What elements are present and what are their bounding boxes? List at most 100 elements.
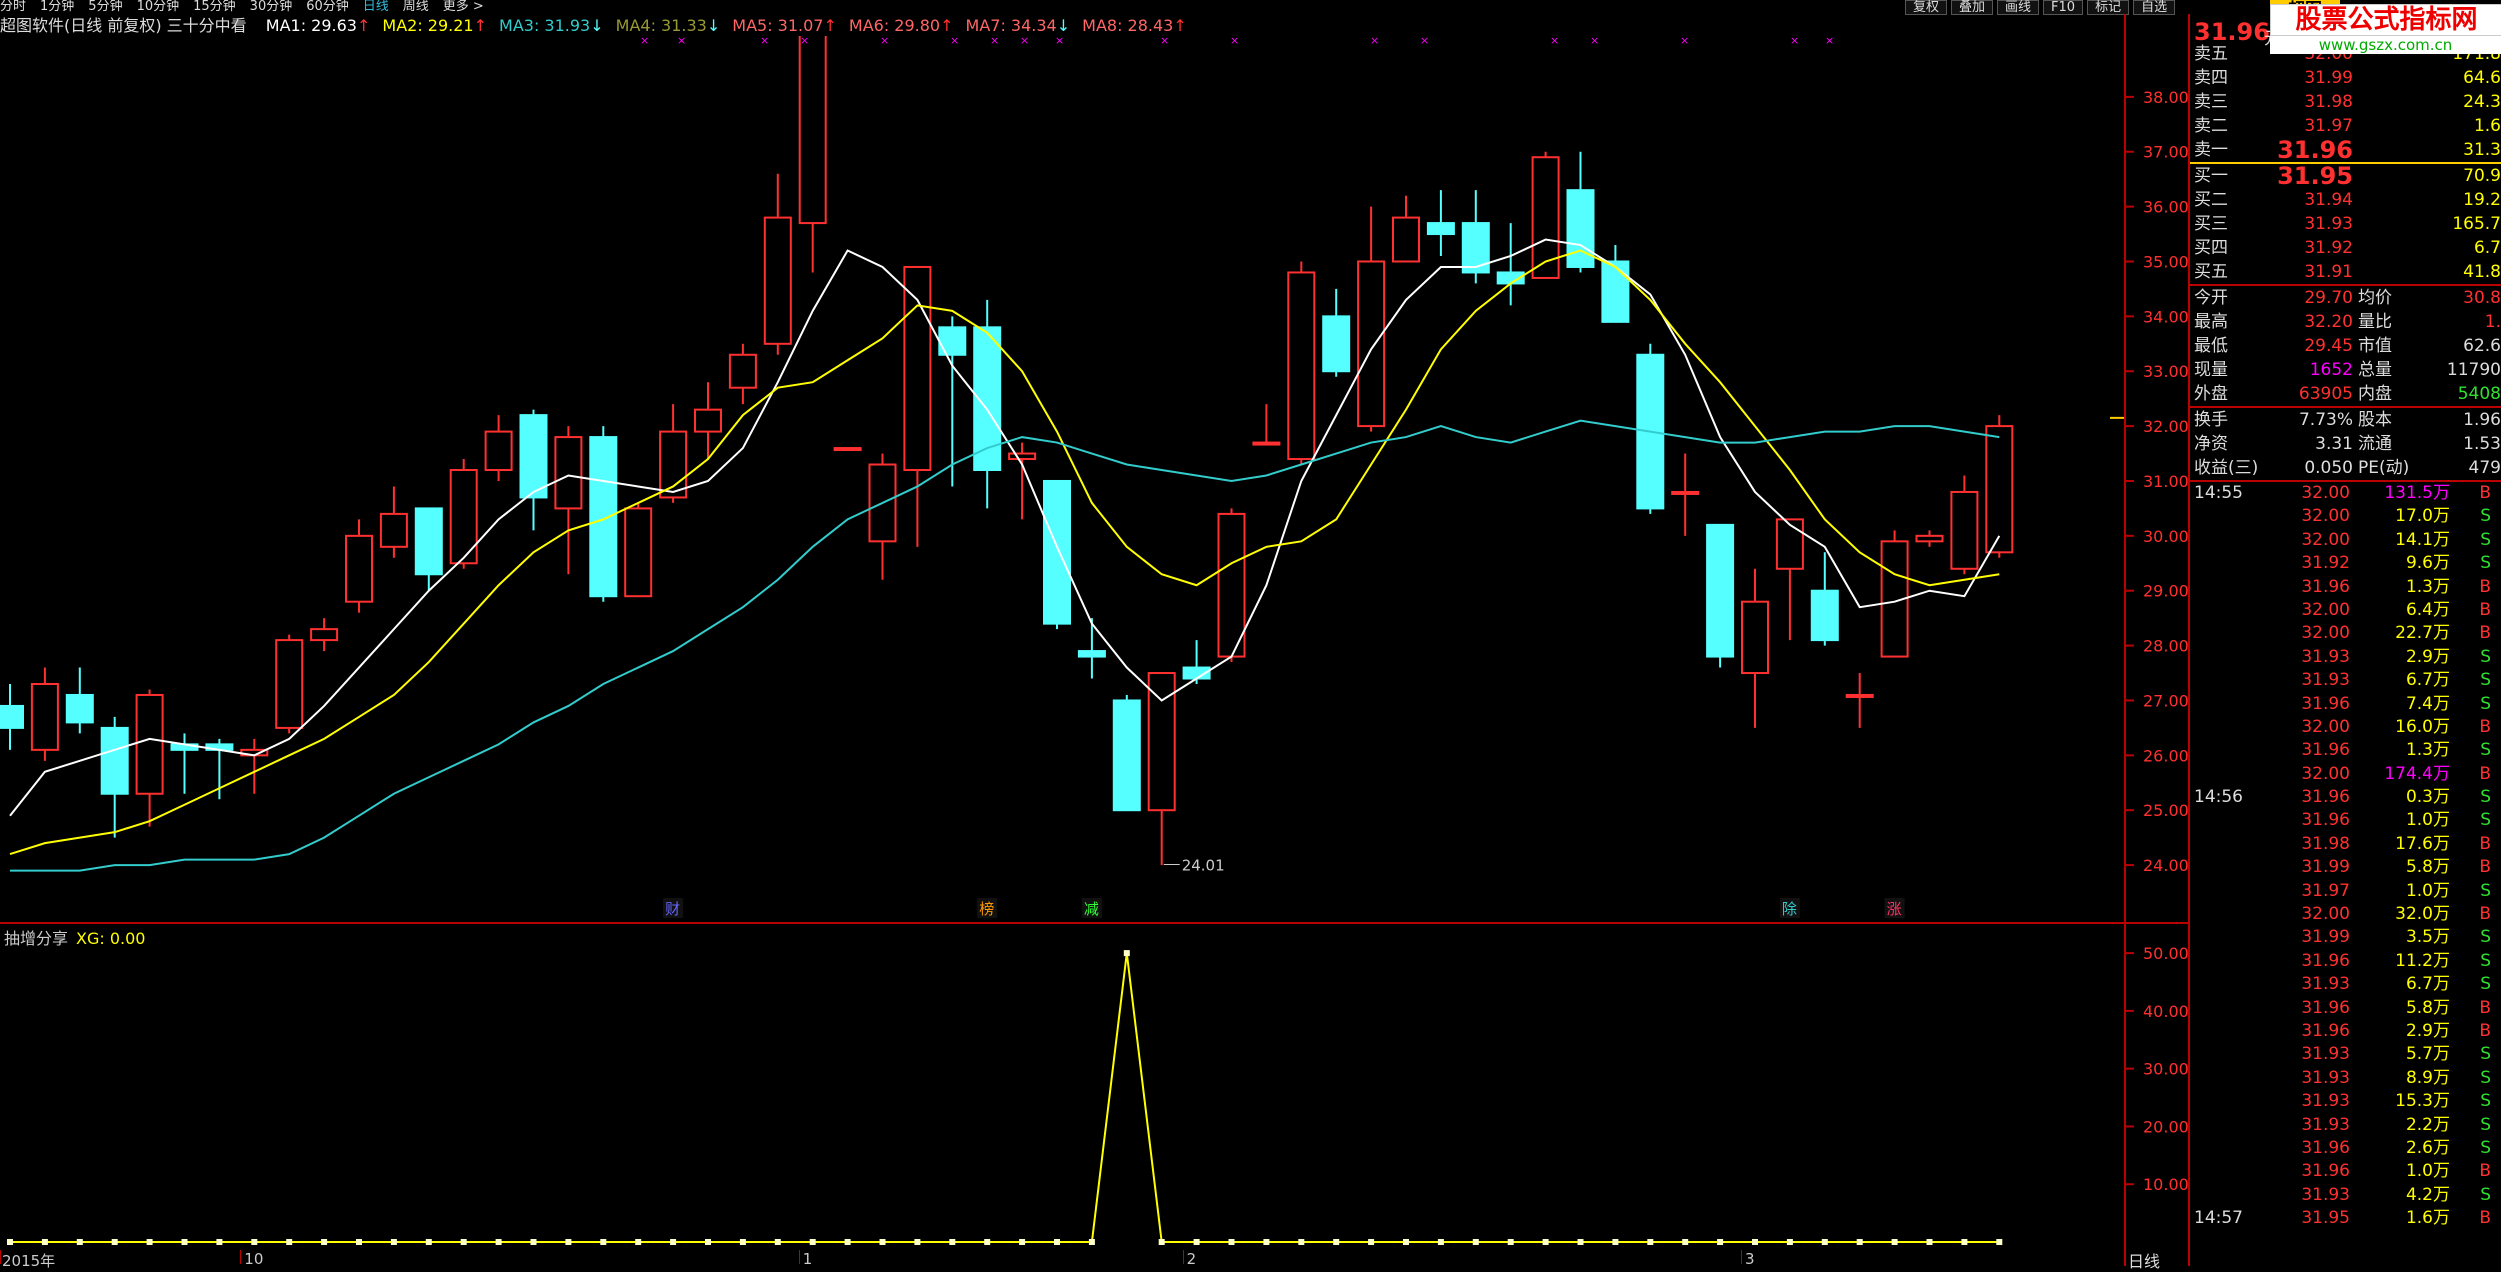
- candle[interactable]: [833, 447, 862, 452]
- candle[interactable]: [1008, 442, 1037, 520]
- candle[interactable]: [135, 689, 164, 827]
- period-tab-6[interactable]: 60分钟: [306, 0, 349, 14]
- candle[interactable]: [519, 409, 548, 531]
- candle[interactable]: [1043, 479, 1071, 630]
- period-tab-5[interactable]: 30分钟: [250, 0, 293, 14]
- period-tab-1[interactable]: 1分钟: [40, 0, 74, 14]
- candle[interactable]: [310, 618, 339, 652]
- candle[interactable]: [484, 415, 513, 481]
- candle[interactable]: [1810, 552, 1839, 646]
- candle[interactable]: [100, 716, 129, 838]
- trade-row[interactable]: 31.93 15.3万 S: [2190, 1090, 2501, 1113]
- candle[interactable]: [973, 299, 1002, 509]
- candlestick-chart[interactable]: 24.00 25.00 26.00 27.00 28.00 29.00 30.00 31.00…: [0, 36, 2188, 922]
- candle[interactable]: [345, 519, 373, 613]
- tool-button-1[interactable]: 叠加: [1951, 0, 1994, 15]
- candle[interactable]: [1496, 223, 1525, 306]
- period-tab-8[interactable]: 周线: [403, 0, 429, 14]
- candle[interactable]: [728, 343, 757, 405]
- event-marker[interactable]: 榜: [979, 900, 994, 918]
- period-tab-9[interactable]: 更多 >: [443, 0, 484, 14]
- candle[interactable]: [1147, 672, 1176, 866]
- tick-trades[interactable]: 14:55 32.00 131.5万 B 32.00 17.0万 S 32.00 14.1万 S 3…: [2190, 482, 2501, 1231]
- candle[interactable]: [1950, 475, 1979, 575]
- trade-row[interactable]: 32.00 174.4万 B: [2190, 763, 2501, 786]
- trade-row[interactable]: 31.93 4.2万 S: [2190, 1184, 2501, 1207]
- period-tab-7[interactable]: 日线: [363, 0, 389, 14]
- candle[interactable]: [903, 265, 932, 547]
- tool-button-4[interactable]: 标记: [2087, 0, 2130, 15]
- event-marker[interactable]: 除: [1782, 900, 1797, 918]
- indicator-chart[interactable]: 10.00 20.00 30.00 40.00 50.00: [0, 922, 2188, 1250]
- period-tab-3[interactable]: 10分钟: [137, 0, 180, 14]
- trade-row[interactable]: 31.96 1.0万 S: [2190, 809, 2501, 832]
- event-marker[interactable]: 财: [665, 900, 680, 918]
- event-marker[interactable]: 减: [1084, 900, 1099, 918]
- candle[interactable]: [1601, 245, 1630, 323]
- candle[interactable]: [1775, 518, 1804, 641]
- tool-button-2[interactable]: 画线: [1997, 0, 2040, 15]
- candle[interactable]: [414, 507, 443, 591]
- candle[interactable]: [1706, 523, 1735, 668]
- candle[interactable]: [65, 667, 94, 734]
- trade-row[interactable]: 31.96 1.0万 B: [2190, 1160, 2501, 1183]
- candle[interactable]: [0, 684, 24, 750]
- candle[interactable]: [1636, 343, 1665, 514]
- candle[interactable]: [1461, 190, 1490, 284]
- trade-row[interactable]: 31.93 2.2万 S: [2190, 1114, 2501, 1137]
- candle[interactable]: [554, 426, 583, 575]
- trade-row[interactable]: 32.00 22.7万 B: [2190, 622, 2501, 645]
- trade-row[interactable]: 32.00 6.4万 B: [2190, 599, 2501, 622]
- candle[interactable]: [1915, 530, 1944, 547]
- candle[interactable]: [1671, 453, 1700, 536]
- candle[interactable]: [1357, 206, 1386, 432]
- trade-row[interactable]: 31.97 1.0万 S: [2190, 880, 2501, 903]
- candle[interactable]: [30, 667, 59, 761]
- candle[interactable]: [1252, 404, 1281, 446]
- trade-row[interactable]: 31.96 11.2万 S: [2190, 950, 2501, 973]
- period-tab-0[interactable]: 分时: [0, 0, 26, 14]
- period-tab[interactable]: 日线: [2128, 1248, 2188, 1272]
- candle[interactable]: [589, 426, 618, 602]
- candle[interactable]: [379, 486, 408, 558]
- trade-row[interactable]: 31.96 5.8万 B: [2190, 997, 2501, 1020]
- trade-row[interactable]: 14:55 32.00 131.5万 B: [2190, 482, 2501, 505]
- candle[interactable]: [1112, 694, 1141, 812]
- candle[interactable]: [1287, 261, 1316, 465]
- trade-row[interactable]: 31.93 5.7万 S: [2190, 1043, 2501, 1066]
- tool-button-5[interactable]: 自选: [2133, 0, 2176, 15]
- candle[interactable]: [1741, 568, 1769, 728]
- trade-row[interactable]: 31.96 2.6万 S: [2190, 1137, 2501, 1160]
- candle[interactable]: [240, 738, 269, 794]
- candle[interactable]: [275, 634, 304, 734]
- tool-button-0[interactable]: 复权: [1905, 0, 1948, 15]
- candle[interactable]: [1426, 190, 1455, 256]
- candle[interactable]: [868, 453, 897, 580]
- trade-row[interactable]: 31.96 1.3万 B: [2190, 576, 2501, 599]
- period-tab-4[interactable]: 15分钟: [193, 0, 236, 14]
- trade-row[interactable]: 31.99 3.5万 S: [2190, 926, 2501, 949]
- trade-row[interactable]: 31.93 2.9万 S: [2190, 646, 2501, 669]
- event-marker[interactable]: 涨: [1887, 900, 1902, 918]
- candle[interactable]: [1077, 618, 1106, 679]
- trade-row[interactable]: 31.96 2.9万 B: [2190, 1020, 2501, 1043]
- trade-row[interactable]: 31.98 17.6万 B: [2190, 833, 2501, 856]
- trade-row[interactable]: 31.92 9.6万 S: [2190, 552, 2501, 575]
- candle[interactable]: [1392, 195, 1420, 263]
- trade-row[interactable]: 31.93 8.9万 S: [2190, 1067, 2501, 1090]
- candle[interactable]: [449, 459, 478, 569]
- trade-row[interactable]: 32.00 32.0万 B: [2190, 903, 2501, 926]
- candle[interactable]: [798, 36, 827, 273]
- trade-row[interactable]: 14:56 31.96 0.3万 S: [2190, 786, 2501, 809]
- trade-row[interactable]: 31.93 6.7万 S: [2190, 669, 2501, 692]
- trade-row[interactable]: 31.96 7.4万 S: [2190, 693, 2501, 716]
- candle[interactable]: [624, 502, 653, 598]
- tool-button-3[interactable]: F10: [2043, 0, 2084, 15]
- trade-row[interactable]: 32.00 14.1万 S: [2190, 529, 2501, 552]
- trade-row[interactable]: 14:57 31.95 1.6万 B: [2190, 1207, 2501, 1230]
- trade-row[interactable]: 32.00 16.0万 B: [2190, 716, 2501, 739]
- candle[interactable]: [1845, 673, 1874, 728]
- trade-row[interactable]: 31.96 1.3万 S: [2190, 739, 2501, 762]
- period-tab-2[interactable]: 5分钟: [88, 0, 122, 14]
- trade-row[interactable]: 31.93 6.7万 S: [2190, 973, 2501, 996]
